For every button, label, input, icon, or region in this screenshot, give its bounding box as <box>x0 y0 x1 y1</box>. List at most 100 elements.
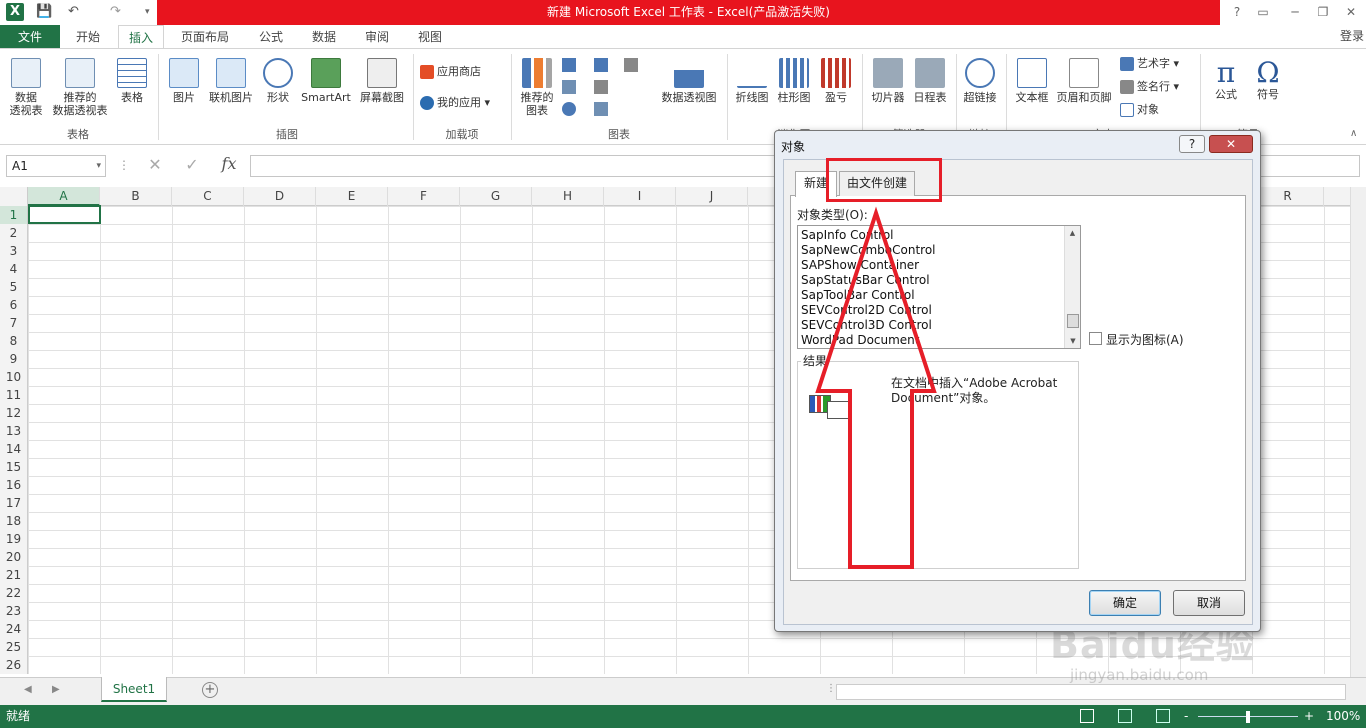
column-header-G[interactable]: G <box>460 187 532 206</box>
bar-chart-icon[interactable] <box>594 58 608 72</box>
row-header-24[interactable]: 24 <box>0 620 28 638</box>
normal-view-icon[interactable] <box>1080 709 1094 723</box>
pivot-table-button[interactable]: 数据 透视表 <box>4 58 48 117</box>
name-box[interactable]: A1 ▾ <box>6 155 106 177</box>
enter-entry-icon[interactable]: ✓ <box>180 155 204 174</box>
object-button[interactable]: 对象 <box>1120 103 1159 117</box>
row-header-22[interactable]: 22 <box>0 584 28 602</box>
equation-button[interactable]: π 公式 <box>1204 58 1248 102</box>
ok-button[interactable]: 确定 <box>1089 590 1161 616</box>
hscroll-handle-icon[interactable]: ⋮ <box>826 683 836 694</box>
column-header-J[interactable]: J <box>676 187 748 206</box>
row-header-16[interactable]: 16 <box>0 476 28 494</box>
column-header-D[interactable]: D <box>244 187 316 206</box>
row-header-8[interactable]: 8 <box>0 332 28 350</box>
column-header-I[interactable]: I <box>604 187 676 206</box>
next-sheet-icon[interactable]: ▶ <box>52 684 60 695</box>
tab-page-layout[interactable]: 页面布局 <box>170 25 240 49</box>
symbol-button[interactable]: Ω 符号 <box>1246 58 1290 102</box>
vertical-scrollbar[interactable] <box>1350 187 1366 677</box>
row-header-23[interactable]: 23 <box>0 602 28 620</box>
my-apps-button[interactable]: 我的应用 ▾ <box>420 96 490 110</box>
picture-button[interactable]: 图片 <box>164 58 204 104</box>
save-icon[interactable]: 💾 <box>36 3 54 21</box>
row-header-4[interactable]: 4 <box>0 260 28 278</box>
display-as-icon-label[interactable]: 显示为图标(A) <box>1106 331 1184 348</box>
dialog-close-button[interactable]: ✕ <box>1209 135 1253 153</box>
selected-cell-A1[interactable] <box>28 205 101 224</box>
tab-view[interactable]: 视图 <box>406 25 454 49</box>
tab-review[interactable]: 审阅 <box>352 25 402 49</box>
row-header-17[interactable]: 17 <box>0 494 28 512</box>
row-header-26[interactable]: 26 <box>0 656 28 674</box>
zoom-level[interactable]: 100% <box>1326 705 1360 728</box>
column-header-C[interactable]: C <box>172 187 244 206</box>
recommended-charts-button[interactable]: 推荐的 图表 <box>515 58 559 117</box>
smartart-button[interactable]: SmartArt <box>298 58 354 104</box>
help-button[interactable]: ? <box>1226 3 1248 21</box>
scatter-chart-icon[interactable] <box>594 102 608 116</box>
table-button[interactable]: 表格 <box>112 58 152 104</box>
row-header-19[interactable]: 19 <box>0 530 28 548</box>
hyperlink-button[interactable]: 超链接 <box>958 58 1002 104</box>
screenshot-button[interactable]: 屏幕截图 <box>354 58 410 104</box>
sparkline-line-button[interactable]: 折线图 <box>732 58 772 104</box>
display-as-icon-checkbox[interactable] <box>1089 332 1102 345</box>
column-header-A[interactable]: A <box>28 187 100 206</box>
line-chart-icon[interactable] <box>562 80 576 94</box>
scroll-up-icon[interactable]: ▲ <box>1065 229 1080 237</box>
sparkline-winloss-button[interactable]: 盈亏 <box>816 58 856 104</box>
prev-sheet-icon[interactable]: ◀ <box>24 684 32 695</box>
recommended-pivot-button[interactable]: 推荐的 数据透视表 <box>50 58 110 117</box>
row-header-1[interactable]: 1 <box>0 206 28 224</box>
cancel-entry-icon[interactable]: ✕ <box>143 155 167 174</box>
ribbon-display-icon[interactable]: ▭ <box>1252 3 1274 21</box>
add-sheet-button[interactable]: + <box>202 682 218 698</box>
pie-chart-icon[interactable] <box>562 102 576 116</box>
textbox-button[interactable]: 文本框 <box>1010 58 1054 104</box>
row-header-15[interactable]: 15 <box>0 458 28 476</box>
minimize-button[interactable]: ─ <box>1284 3 1306 21</box>
online-picture-button[interactable]: 联机图片 <box>204 58 258 104</box>
tab-formulas[interactable]: 公式 <box>246 25 296 49</box>
row-header-2[interactable]: 2 <box>0 224 28 242</box>
insert-function-icon[interactable]: fx <box>216 154 242 173</box>
list-scrollbar[interactable]: ▲ ▼ <box>1064 226 1080 348</box>
row-header-6[interactable]: 6 <box>0 296 28 314</box>
column-header-B[interactable]: B <box>100 187 172 206</box>
page-break-view-icon[interactable] <box>1156 709 1170 723</box>
column-header-H[interactable]: H <box>532 187 604 206</box>
row-header-21[interactable]: 21 <box>0 566 28 584</box>
restore-button[interactable]: ❐ <box>1312 3 1334 21</box>
tab-data[interactable]: 数据 <box>300 25 348 49</box>
tab-home[interactable]: 开始 <box>64 25 112 49</box>
dialog-help-button[interactable]: ? <box>1179 135 1205 153</box>
zoom-out-button[interactable]: - <box>1184 705 1188 728</box>
wordart-button[interactable]: 艺术字 ▾ <box>1120 57 1179 71</box>
sparkline-column-button[interactable]: 柱形图 <box>774 58 814 104</box>
timeline-button[interactable]: 日程表 <box>908 58 952 104</box>
store-button[interactable]: 应用商店 <box>420 65 481 79</box>
undo-icon[interactable]: ↶ <box>68 3 86 21</box>
row-header-3[interactable]: 3 <box>0 242 28 260</box>
cancel-button[interactable]: 取消 <box>1173 590 1245 616</box>
row-header-20[interactable]: 20 <box>0 548 28 566</box>
signature-line-button[interactable]: 签名行 ▾ <box>1120 80 1179 94</box>
column-header-E[interactable]: E <box>316 187 388 206</box>
row-header-13[interactable]: 13 <box>0 422 28 440</box>
collapse-ribbon-icon[interactable]: ∧ <box>1350 128 1357 139</box>
list-scroll-thumb[interactable] <box>1067 314 1079 328</box>
column-chart-icon[interactable] <box>562 58 576 72</box>
close-button[interactable]: ✕ <box>1340 3 1362 21</box>
row-header-7[interactable]: 7 <box>0 314 28 332</box>
redo-icon[interactable]: ↷ <box>110 3 128 21</box>
row-header-11[interactable]: 11 <box>0 386 28 404</box>
select-all-corner[interactable] <box>0 187 28 206</box>
slicer-button[interactable]: 切片器 <box>866 58 910 104</box>
row-header-10[interactable]: 10 <box>0 368 28 386</box>
pivot-chart-button[interactable]: 数据透视图 <box>656 58 722 104</box>
shapes-button[interactable]: 形状 <box>258 58 298 104</box>
stock-chart-icon[interactable] <box>594 80 608 94</box>
zoom-in-button[interactable]: + <box>1304 705 1314 728</box>
zoom-slider-thumb[interactable] <box>1246 711 1250 723</box>
